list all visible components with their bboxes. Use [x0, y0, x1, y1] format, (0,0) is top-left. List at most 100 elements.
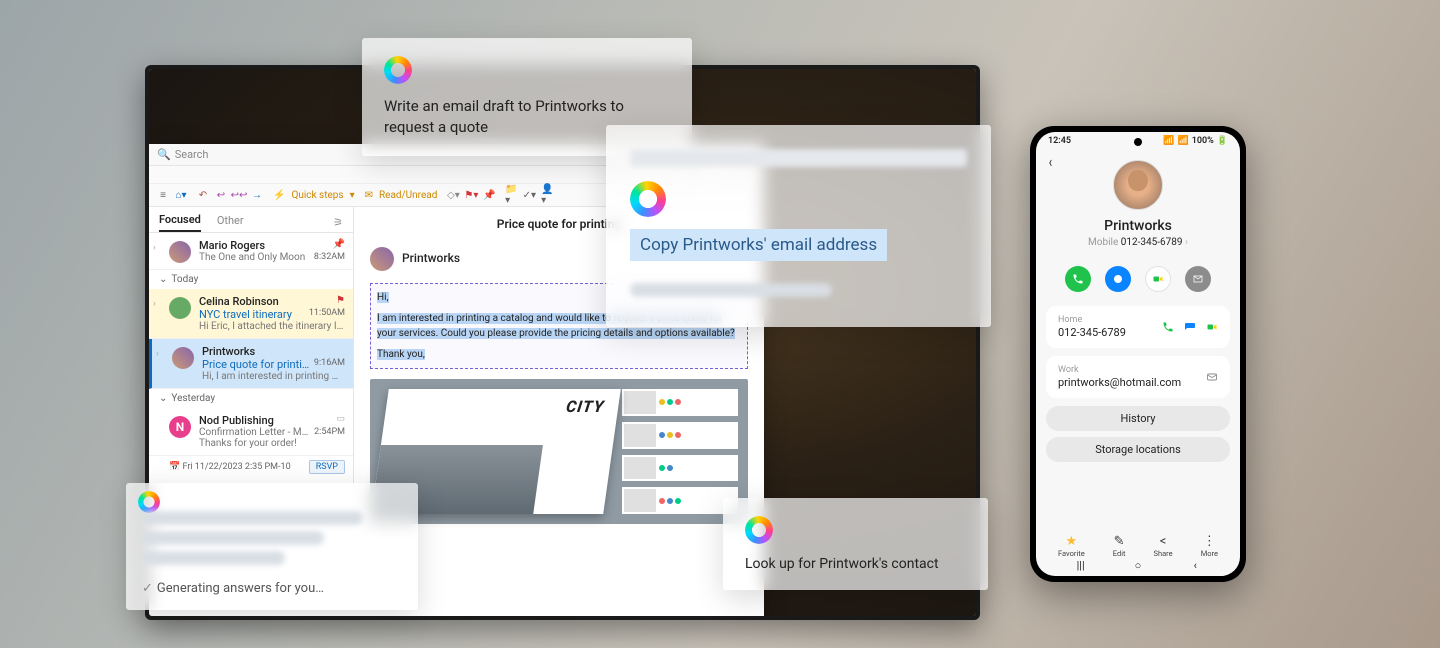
sender-name: Printworks	[402, 251, 460, 265]
contact-avatar[interactable]	[1113, 160, 1163, 210]
message-preview: Hi, I am interested in printing …	[202, 371, 345, 382]
search-icon: 🔍	[157, 148, 171, 161]
edit-button[interactable]: ✎Edit	[1113, 534, 1126, 558]
share-button[interactable]: <Share	[1154, 534, 1173, 558]
brochure-thumb	[622, 422, 738, 449]
history-chip[interactable]: History	[1046, 406, 1230, 431]
rsvp-date: 📅 Fri 11/22/2023 2:35 PM-10	[169, 462, 291, 472]
sender-name: Celina Robinson	[199, 295, 279, 308]
message-time: 11:50AM	[309, 308, 345, 321]
call-icon[interactable]	[1162, 321, 1174, 333]
home-icon[interactable]: ⌂▾	[175, 189, 187, 201]
message-item-selected[interactable]: › Printworks Price quote for printing9:1…	[149, 339, 353, 389]
home-phone-card[interactable]: Home 012-345-6789	[1046, 306, 1230, 348]
copilot-prompt-text: Look up for Printwork's contact	[745, 556, 966, 572]
home-label: Home	[1058, 315, 1126, 325]
signal-icon: 📶	[1163, 136, 1174, 146]
home-value: 012-345-6789	[1058, 326, 1126, 339]
search-placeholder: Search	[175, 148, 209, 161]
message-time: 9:16AM	[314, 358, 345, 371]
message-button[interactable]	[1105, 266, 1131, 292]
body-thanks: Thank you,	[377, 349, 425, 360]
message-icon[interactable]	[1184, 321, 1196, 333]
video-icon[interactable]	[1206, 321, 1218, 333]
tag-group: ◇▾ ⚑▾ 📌	[447, 189, 495, 201]
phone-frame: 12:45 📶 📶 100% 🔋 ‹ Printworks Mobile 012…	[1030, 126, 1246, 582]
pin-icon[interactable]: 📌	[483, 189, 495, 201]
copilot-card-generating: ✓ Generating answers for you…	[126, 483, 418, 610]
copilot-icon	[138, 491, 160, 513]
tag-icon[interactable]: ◇▾	[447, 189, 459, 201]
video-call-button[interactable]	[1145, 266, 1171, 292]
avatar	[169, 241, 191, 263]
sender-avatar	[370, 247, 394, 271]
back-button[interactable]: ‹	[1189, 559, 1201, 571]
copilot-icon	[630, 181, 666, 217]
message-preview: Thanks for your order!	[199, 438, 345, 449]
status-time: 12:45	[1048, 136, 1071, 146]
blurred-content	[142, 531, 324, 545]
home-button[interactable]: ○	[1132, 559, 1144, 571]
hamburger-icon[interactable]: ≡	[157, 189, 169, 201]
work-value: printworks@hotmail.com	[1058, 376, 1181, 389]
date-separator-yesterday[interactable]: ⌄Yesterday	[149, 389, 353, 408]
attachment-preview[interactable]: CITY	[370, 379, 748, 524]
date-separator-today[interactable]: ⌄Today	[149, 270, 353, 289]
work-action-icons	[1206, 371, 1218, 383]
flag-icon[interactable]: ⚑▾	[465, 189, 477, 201]
misc-group: 📁▾ ✓▾ 👤▾	[505, 189, 553, 201]
message-subject: The One and Only Moon	[199, 252, 305, 263]
quick-actions	[1036, 258, 1240, 306]
copilot-icon	[745, 516, 773, 544]
contact-header: ‹ Printworks Mobile 012-345-6789 ›	[1036, 150, 1240, 258]
message-item[interactable]: › Mario Rogers📌 The One and Only Moon8:3…	[149, 233, 353, 270]
favorite-button[interactable]: ★Favorite	[1058, 534, 1085, 558]
people-icon[interactable]: 👤▾	[541, 189, 553, 201]
message-item[interactable]: N Nod Publishing▭ Confirmation Letter - …	[149, 408, 353, 456]
call-button[interactable]	[1065, 266, 1091, 292]
status-icons: 📶 📶 100% 🔋	[1163, 136, 1228, 146]
blurred-content	[142, 551, 285, 565]
avatar	[172, 347, 194, 369]
message-item[interactable]: › Celina Robinson⚑ NYC travel itinerary1…	[149, 289, 353, 339]
check-icon: ✓	[142, 581, 153, 596]
copilot-card-lookup-contact[interactable]: Look up for Printwork's contact	[723, 498, 988, 590]
check-icon[interactable]: ✓▾	[523, 189, 535, 201]
replyall-icon[interactable]: ↩↩	[233, 189, 245, 201]
brochure-thumb	[622, 487, 738, 514]
brochure-thumb	[622, 455, 738, 482]
quicksteps-button[interactable]: ⚡ Quick steps ▾	[273, 190, 355, 201]
battery-icon: 🔋	[1217, 136, 1228, 146]
recents-button[interactable]: |||	[1075, 559, 1087, 571]
contact-phone-row[interactable]: Mobile 012-345-6789 ›	[1050, 237, 1226, 248]
home-action-icons	[1162, 321, 1218, 333]
rsvp-button[interactable]: RSVP	[309, 460, 345, 474]
more-icon: ⋮	[1201, 534, 1218, 549]
sender-name: Printworks	[202, 345, 255, 358]
bottom-action-bar: ★Favorite ✎Edit <Share ⋮More	[1036, 534, 1240, 558]
back-button[interactable]: ‹	[1049, 152, 1052, 171]
copilot-card-copy-email[interactable]: Copy Printworks' email address	[606, 125, 991, 327]
readunread-button[interactable]: ✉ Read/Unread	[365, 190, 438, 201]
tab-other[interactable]: Other	[217, 214, 244, 231]
avatar	[169, 297, 191, 319]
folder-icon[interactable]: 📁▾	[505, 189, 517, 201]
expand-icon: ›	[153, 299, 156, 309]
reply-icon[interactable]: ↩	[215, 189, 227, 201]
forward-icon[interactable]: →	[251, 189, 263, 201]
filter-icon[interactable]: ⚞	[333, 216, 343, 229]
email-button[interactable]	[1185, 266, 1211, 292]
email-icon[interactable]	[1206, 371, 1218, 383]
history-group: ↶ ↩ ↩↩ →	[197, 189, 263, 201]
generating-status: Generating answers for you…	[157, 581, 324, 596]
more-button[interactable]: ⋮More	[1201, 534, 1218, 558]
storage-chip[interactable]: Storage locations	[1046, 437, 1230, 462]
tab-focused[interactable]: Focused	[159, 213, 201, 232]
phone-type-label: Mobile	[1088, 237, 1118, 248]
sender-name: Nod Publishing	[199, 414, 274, 427]
work-label: Work	[1058, 365, 1181, 375]
sender-name: Mario Rogers	[199, 239, 265, 252]
undo-icon[interactable]: ↶	[197, 189, 209, 201]
work-email-card[interactable]: Work printworks@hotmail.com	[1046, 356, 1230, 398]
blurred-content	[142, 511, 363, 525]
